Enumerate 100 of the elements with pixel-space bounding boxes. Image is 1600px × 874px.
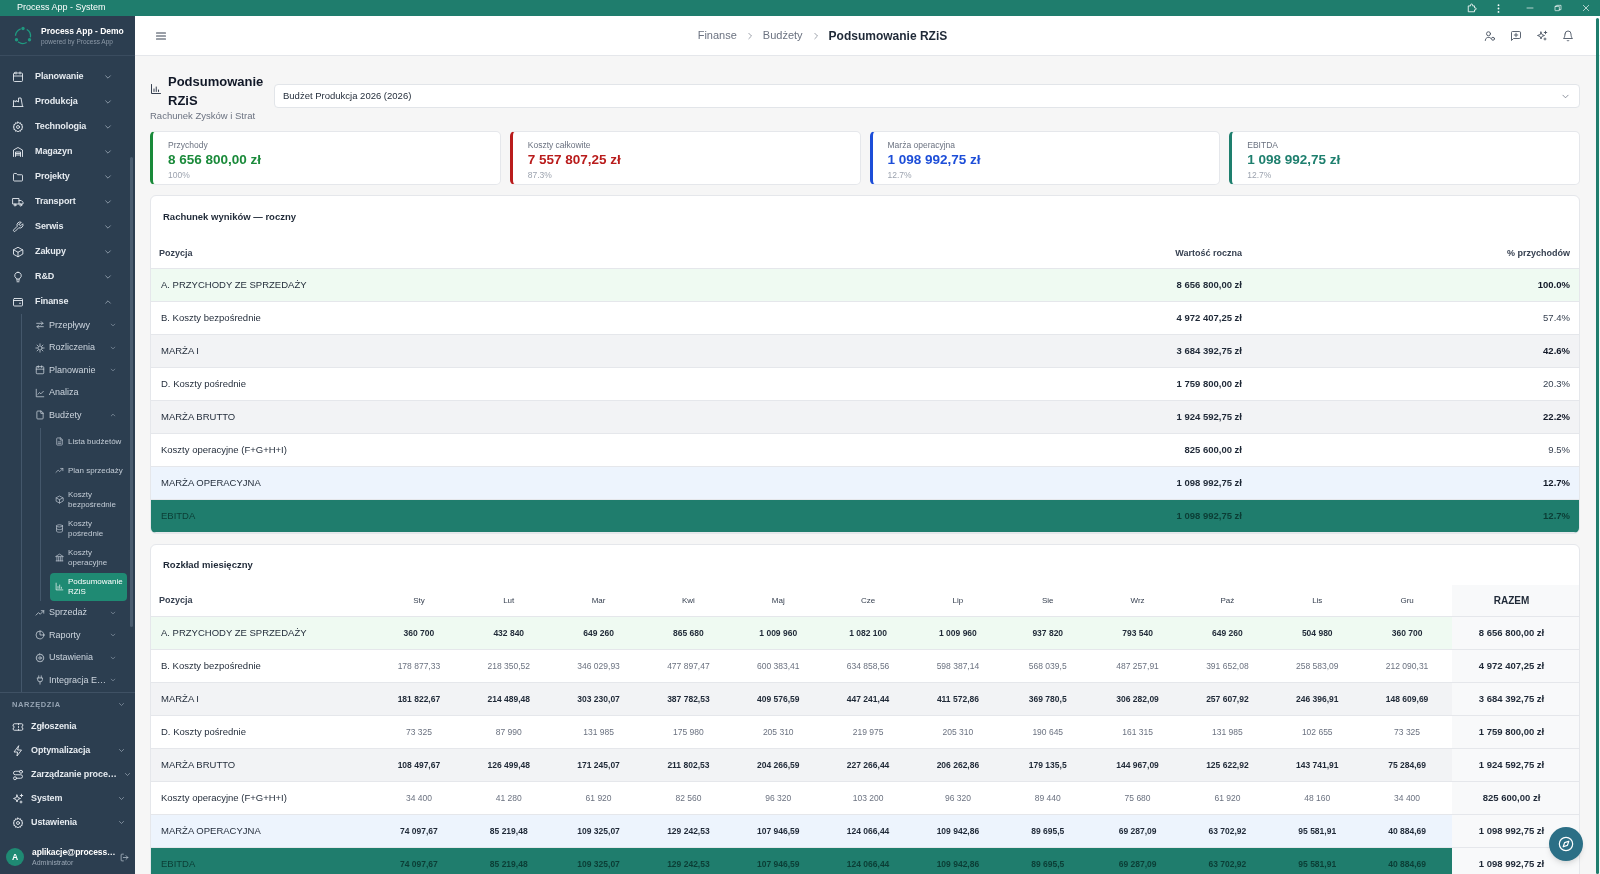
table-cell-text: 89 695,5 bbox=[1030, 857, 1066, 871]
plug-icon bbox=[35, 675, 45, 686]
nav-item[interactable]: Optymalizacja bbox=[0, 738, 135, 763]
table-cell-text: 107 946,59 bbox=[755, 824, 801, 838]
table-cell-text: 12.7% bbox=[1542, 475, 1571, 490]
table-cell-text: 63 702,92 bbox=[1207, 857, 1248, 871]
nav-item[interactable]: Zarządzanie proce… bbox=[0, 762, 135, 787]
lightbulb-icon bbox=[12, 270, 24, 283]
bar-chart-icon bbox=[150, 83, 162, 95]
nav-item[interactable]: Koszty bezpośrednie bbox=[50, 485, 127, 514]
table-cell-text: 61 920 bbox=[584, 791, 613, 805]
table-cell-text: 96 320 bbox=[764, 791, 793, 805]
more-icon bbox=[1496, 3, 1500, 13]
message-plus-icon bbox=[1510, 29, 1522, 42]
nav-item[interactable]: Zgłoszenia bbox=[0, 714, 135, 739]
table-cell-text: 89 440 bbox=[1033, 791, 1062, 805]
table-cell-text: B. Koszty bezpośrednie bbox=[160, 658, 262, 673]
nav-item[interactable]: Integracja E… bbox=[22, 669, 135, 692]
nav-item[interactable]: Raporty bbox=[22, 624, 135, 647]
table-cell-text: 175 980 bbox=[672, 725, 705, 739]
sparkles-icon bbox=[1536, 29, 1548, 42]
table-cell-text: 87 990 bbox=[494, 725, 523, 739]
column-header: Maj bbox=[770, 594, 786, 607]
nav-item[interactable]: Transport bbox=[0, 189, 135, 214]
breadcrumb-link[interactable]: Budżety bbox=[762, 27, 803, 44]
nav-item[interactable]: Plan sprzedaży bbox=[50, 456, 127, 485]
table-cell-text: Koszty operacyjne (F+G+H+I) bbox=[160, 790, 288, 805]
ticket-icon bbox=[12, 720, 24, 733]
table-cell: 825 600,00 zł bbox=[1452, 782, 1579, 814]
folder-icon bbox=[12, 170, 24, 183]
kpi-value: 1 098 992,75 zł bbox=[887, 151, 982, 169]
nav-item[interactable]: Zakupy bbox=[0, 239, 135, 264]
budget-select[interactable]: Budżet Produkcja 2026 (2026) bbox=[274, 84, 1580, 108]
table-cell-text: 3 684 392,75 zł bbox=[1175, 343, 1243, 358]
nav-item[interactable]: Projekty bbox=[0, 164, 135, 189]
nav-item[interactable]: Podsumowanie RZiS bbox=[50, 572, 127, 601]
logout-button[interactable] bbox=[119, 852, 129, 862]
nav-item[interactable]: Ustawienia bbox=[22, 646, 135, 669]
nav-item[interactable]: Magazyn bbox=[0, 139, 135, 164]
nav-item[interactable]: Przepływy bbox=[22, 314, 135, 337]
table-cell-text: 181 822,67 bbox=[396, 692, 442, 706]
table-cell: 3 684 392,75 zł bbox=[1452, 683, 1579, 715]
nav-item[interactable]: Budżety bbox=[22, 404, 135, 427]
column-header: Mar bbox=[590, 594, 607, 607]
scrollbar[interactable] bbox=[1596, 18, 1599, 874]
sun-icon bbox=[35, 342, 45, 353]
nav-item[interactable]: R&D bbox=[0, 264, 135, 289]
table-cell-text: B. Koszty bezpośrednie bbox=[160, 310, 262, 325]
table-cell-text: 246 396,91 bbox=[1294, 692, 1340, 706]
nav-item[interactable]: Produkcja bbox=[0, 89, 135, 114]
table-cell-text: 204 266,59 bbox=[755, 758, 801, 772]
kpi-label: Marża operacyjna bbox=[887, 139, 957, 151]
table-cell-text: 63 702,92 bbox=[1207, 824, 1248, 838]
table-cell-text: EBITDA bbox=[160, 856, 197, 871]
column-header: RAZEM bbox=[1452, 585, 1579, 616]
table-cell-text: MARŻA OPERACYJNA bbox=[160, 475, 262, 490]
table-cell-text: 257 607,92 bbox=[1205, 692, 1250, 706]
nav-item[interactable]: Serwis bbox=[0, 214, 135, 239]
route-icon bbox=[12, 768, 24, 781]
table-cell-text: 178 877,33 bbox=[396, 659, 442, 673]
nav-item[interactable]: Finanse bbox=[0, 289, 135, 314]
nav-item[interactable]: Koszty pośrednie bbox=[50, 514, 127, 543]
nav-item[interactable]: System bbox=[0, 786, 135, 811]
kpi-share: 100% bbox=[168, 169, 191, 181]
table-cell-text: 1 759 800,00 zł bbox=[1175, 376, 1243, 391]
trend-up-icon bbox=[35, 607, 45, 618]
table-cell-text: 360 700 bbox=[1390, 626, 1424, 640]
chevron-down-icon bbox=[118, 701, 125, 708]
nav-item[interactable]: Ustawienia bbox=[0, 810, 135, 835]
close-icon bbox=[1582, 4, 1590, 12]
table-cell: 1 759 800,00 zł bbox=[1452, 716, 1579, 748]
pie-chart-icon bbox=[35, 630, 45, 641]
kpi-share: 87.3% bbox=[527, 169, 553, 181]
table-cell-text: 102 655 bbox=[1300, 725, 1334, 739]
table-cell-text: 74 097,67 bbox=[399, 857, 439, 871]
table-cell-text: 40 884,69 bbox=[1387, 824, 1427, 838]
table-cell: 4 972 407,25 zł bbox=[1452, 650, 1579, 682]
column-header: Wartość roczna bbox=[1174, 246, 1243, 260]
breadcrumb-link[interactable]: Finanse bbox=[697, 27, 737, 44]
table-cell-text: 214 489,48 bbox=[486, 692, 531, 706]
nav-item[interactable]: Planowanie bbox=[0, 64, 135, 89]
nav-item[interactable]: Technologia bbox=[0, 114, 135, 139]
avatar: A bbox=[6, 848, 24, 866]
column-header: Pozycja bbox=[158, 246, 194, 260]
nav-item[interactable]: Rozliczenia bbox=[22, 336, 135, 359]
cube-icon bbox=[55, 495, 64, 504]
nav-item[interactable]: Sprzedaż bbox=[22, 601, 135, 624]
table-cell-text: 148 609,69 bbox=[1384, 692, 1430, 706]
app-name: Process App - Demo bbox=[41, 25, 124, 37]
nav-item[interactable]: Planowanie bbox=[22, 359, 135, 382]
nav-item[interactable]: Lista budżetów bbox=[50, 427, 127, 456]
wrench-icon bbox=[12, 220, 24, 233]
table-cell-text: 48 160 bbox=[1303, 791, 1332, 805]
table-cell-text: 95 581,91 bbox=[1297, 824, 1338, 838]
table-cell: 1 924 592,75 zł bbox=[1452, 749, 1579, 781]
bar-chart-icon bbox=[55, 582, 64, 591]
nav-item[interactable]: Koszty operacyjne bbox=[50, 543, 127, 572]
logout-icon bbox=[119, 852, 129, 862]
nav-item[interactable]: Analiza bbox=[22, 381, 135, 404]
calendar-icon bbox=[12, 70, 24, 83]
